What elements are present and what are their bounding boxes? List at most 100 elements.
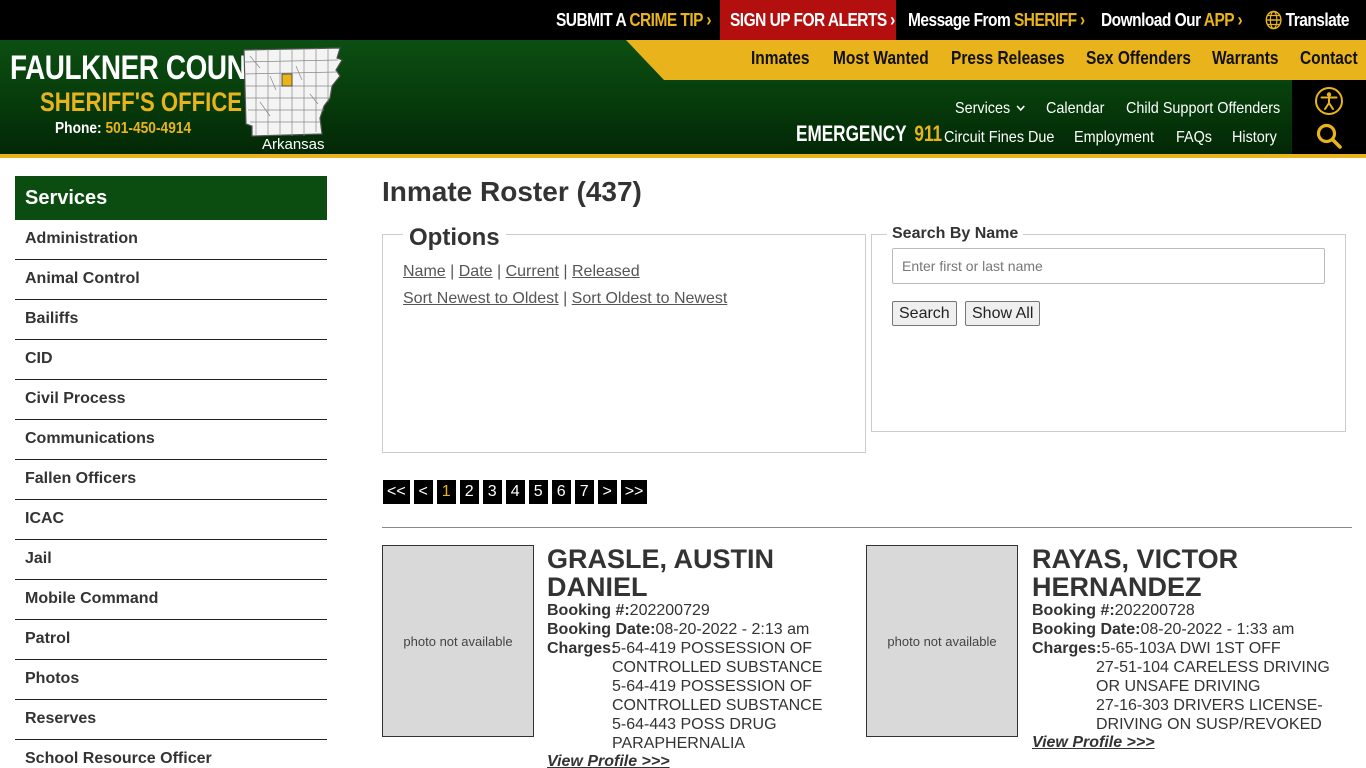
alerts-banner: SIGN UP FOR ALERTS › [720, 0, 896, 40]
sidebar-item-photos[interactable]: Photos [15, 660, 327, 700]
sort-by-name-link[interactable]: Name [403, 263, 446, 280]
sidebar-item-icac[interactable]: ICAC [15, 500, 327, 540]
separator: | [558, 290, 572, 307]
pagination: << < 1 2 3 4 5 6 7 > >> [383, 480, 648, 505]
phone-label: Phone: [55, 120, 106, 137]
crime-tip-highlight: CRIME TIP [629, 10, 703, 30]
inmate-photo-placeholder[interactable]: photo not available [382, 545, 534, 737]
nav-contact[interactable]: Contact [1300, 48, 1358, 69]
charges-label: Charges: [547, 639, 616, 658]
sheriff-highlight: SHERIFF [1013, 10, 1077, 30]
page-3[interactable]: 3 [482, 480, 502, 504]
view-profile-link[interactable]: View Profile >>> [547, 753, 670, 768]
page-title: Inmate Roster (437) [382, 176, 642, 207]
subnav-circuit-fines[interactable]: Circuit Fines Due [944, 129, 1054, 147]
sort-by-date-link[interactable]: Date [459, 263, 493, 280]
filter-released-link[interactable]: Released [572, 263, 640, 280]
sidebar-item-communications[interactable]: Communications [15, 420, 327, 460]
page-5[interactable]: 5 [528, 480, 548, 504]
charge-item: 5-65-103A DWI 1ST OFF [1101, 640, 1281, 657]
sidebar-item-administration[interactable]: Administration [15, 220, 327, 260]
separator: | [445, 263, 459, 280]
sidebar-item-jail[interactable]: Jail [15, 540, 327, 580]
sidebar-item-cid[interactable]: CID [15, 340, 327, 380]
show-all-button[interactable]: Show All [965, 301, 1041, 326]
sidebar-item-reserves[interactable]: Reserves [15, 700, 327, 740]
charge-item: 5-64-443 POSS DRUG PARAPHERNALIA [612, 716, 777, 752]
top-utility-bar: SUBMIT A CRIME TIP › SIGN UP FOR ALERTS › … [0, 0, 1366, 40]
booking-number-row: Booking #:202200728 [1032, 601, 1195, 620]
sidebar-item-animal-control[interactable]: Animal Control [15, 260, 327, 300]
chevron-down-icon [1016, 105, 1025, 112]
crime-tip-text: SUBMIT A [556, 10, 630, 30]
separator: | [492, 263, 506, 280]
inmate-photo-placeholder[interactable]: photo not available [866, 545, 1018, 737]
site-subtitle: SHERIFF'S OFFICE [40, 87, 243, 117]
sort-field-links: Name | Date | Current | Released [403, 263, 640, 281]
page-6[interactable]: 6 [551, 480, 571, 504]
chevron-right-icon: › [706, 10, 712, 30]
search-legend: Search By Name [887, 225, 1024, 243]
sidebar-title: Services [15, 176, 327, 220]
view-profile-link[interactable]: View Profile >>> [1032, 734, 1155, 752]
sidebar-item-civil-process[interactable]: Civil Process [15, 380, 327, 420]
charge-item: 27-51-104 CARELESS DRIVING OR UNSAFE DRI… [1096, 659, 1330, 695]
sort-newest-link[interactable]: Sort Newest to Oldest [403, 290, 559, 307]
submit-crime-tip-link[interactable]: SUBMIT A CRIME TIP › [556, 0, 712, 40]
phone-number-link[interactable]: 501-450-4914 [105, 120, 191, 137]
utility-icons-panel [1292, 80, 1366, 154]
sidebar-item-fallen-officers[interactable]: Fallen Officers [15, 460, 327, 500]
sidebar-item-patrol[interactable]: Patrol [15, 620, 327, 660]
sidebar-item-mobile-command[interactable]: Mobile Command [15, 580, 327, 620]
phone-line: Phone: 501-450-4914 [55, 120, 191, 138]
subnav-child-support[interactable]: Child Support Offenders [1126, 100, 1280, 118]
download-app-link[interactable]: Download Our APP › [1101, 0, 1243, 40]
booking-date: 08-20-2022 - 1:33 am [1140, 621, 1295, 638]
booking-date-label: Booking Date: [547, 621, 656, 638]
page-first[interactable]: << [383, 480, 410, 504]
charge-item: 5-64-419 POSSESSION OF CONTROLLED SUBSTA… [612, 640, 823, 676]
subnav-employment[interactable]: Employment [1074, 129, 1154, 147]
nav-inmates[interactable]: Inmates [751, 48, 810, 69]
accessibility-icon[interactable] [1314, 86, 1344, 116]
inmate-name[interactable]: RAYAS, VICTOR HERNANDEZ [1032, 545, 1342, 601]
chevron-right-icon: › [890, 10, 895, 30]
header-gold-rule [0, 154, 1366, 158]
chevron-right-icon: › [1237, 10, 1243, 30]
nav-most-wanted[interactable]: Most Wanted [833, 48, 929, 69]
page-2[interactable]: 2 [459, 480, 479, 504]
booking-number: 202200728 [1114, 602, 1195, 619]
nav-sex-offenders[interactable]: Sex Offenders [1086, 48, 1191, 69]
sheriff-text: Message From [908, 10, 1014, 30]
message-from-sheriff-link[interactable]: Message From SHERIFF › [908, 0, 1085, 40]
subnav-history[interactable]: History [1232, 129, 1277, 147]
sort-oldest-link[interactable]: Sort Oldest to Newest [572, 290, 728, 307]
search-button[interactable]: Search [892, 301, 957, 326]
sidebar-menu: Administration Animal Control Bailiffs C… [15, 220, 327, 768]
page-next[interactable]: > [597, 480, 617, 504]
booking-label: Booking #: [1032, 602, 1115, 619]
page-4[interactable]: 4 [505, 480, 525, 504]
booking-number-row: Booking #:202200729 [547, 601, 710, 620]
page-7[interactable]: 7 [574, 480, 594, 504]
nav-press-releases[interactable]: Press Releases [951, 48, 1065, 69]
subnav-services[interactable]: Services [955, 100, 1025, 118]
sidebar-item-school-resource-officer[interactable]: School Resource Officer [15, 740, 327, 768]
nav-warrants[interactable]: Warrants [1212, 48, 1279, 69]
name-search-input[interactable] [892, 248, 1325, 284]
sidebar-item-bailiffs[interactable]: Bailiffs [15, 300, 327, 340]
translate-link[interactable]: Translate [1265, 0, 1349, 40]
map-label: Arkansas [262, 136, 325, 153]
subnav-calendar[interactable]: Calendar [1046, 100, 1104, 118]
booking-label: Booking #: [547, 602, 630, 619]
page-last[interactable]: >> [620, 480, 648, 504]
charges-label-text: Charges: [1032, 640, 1102, 657]
subnav-faqs[interactable]: FAQs [1176, 129, 1212, 147]
search-icon[interactable] [1315, 122, 1343, 150]
booking-date-row: Booking Date:08-20-2022 - 2:13 am [547, 620, 809, 639]
filter-current-link[interactable]: Current [506, 263, 559, 280]
sign-up-alerts-link[interactable]: SIGN UP FOR ALERTS › [730, 0, 895, 40]
inmate-name[interactable]: GRASLE, AUSTIN DANIEL [547, 545, 857, 601]
page-prev[interactable]: < [413, 480, 433, 504]
page-1[interactable]: 1 [436, 480, 456, 504]
